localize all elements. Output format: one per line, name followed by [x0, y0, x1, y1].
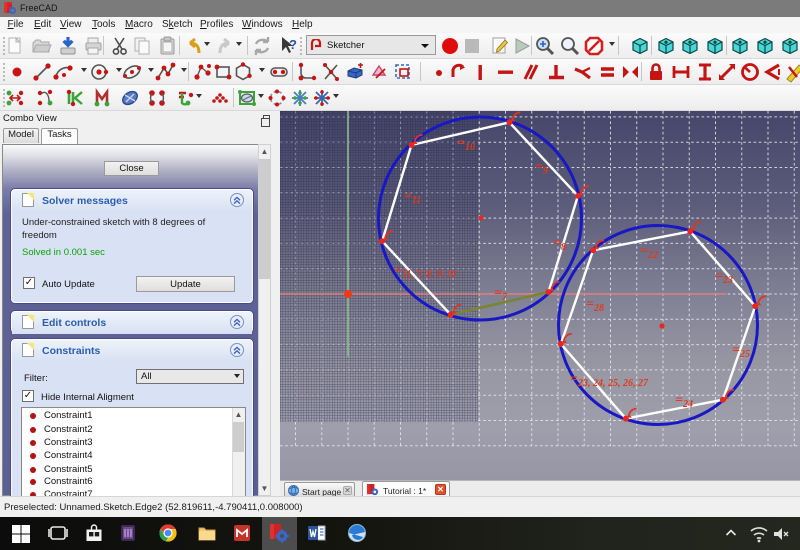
svg-text:?: ?: [289, 37, 297, 52]
